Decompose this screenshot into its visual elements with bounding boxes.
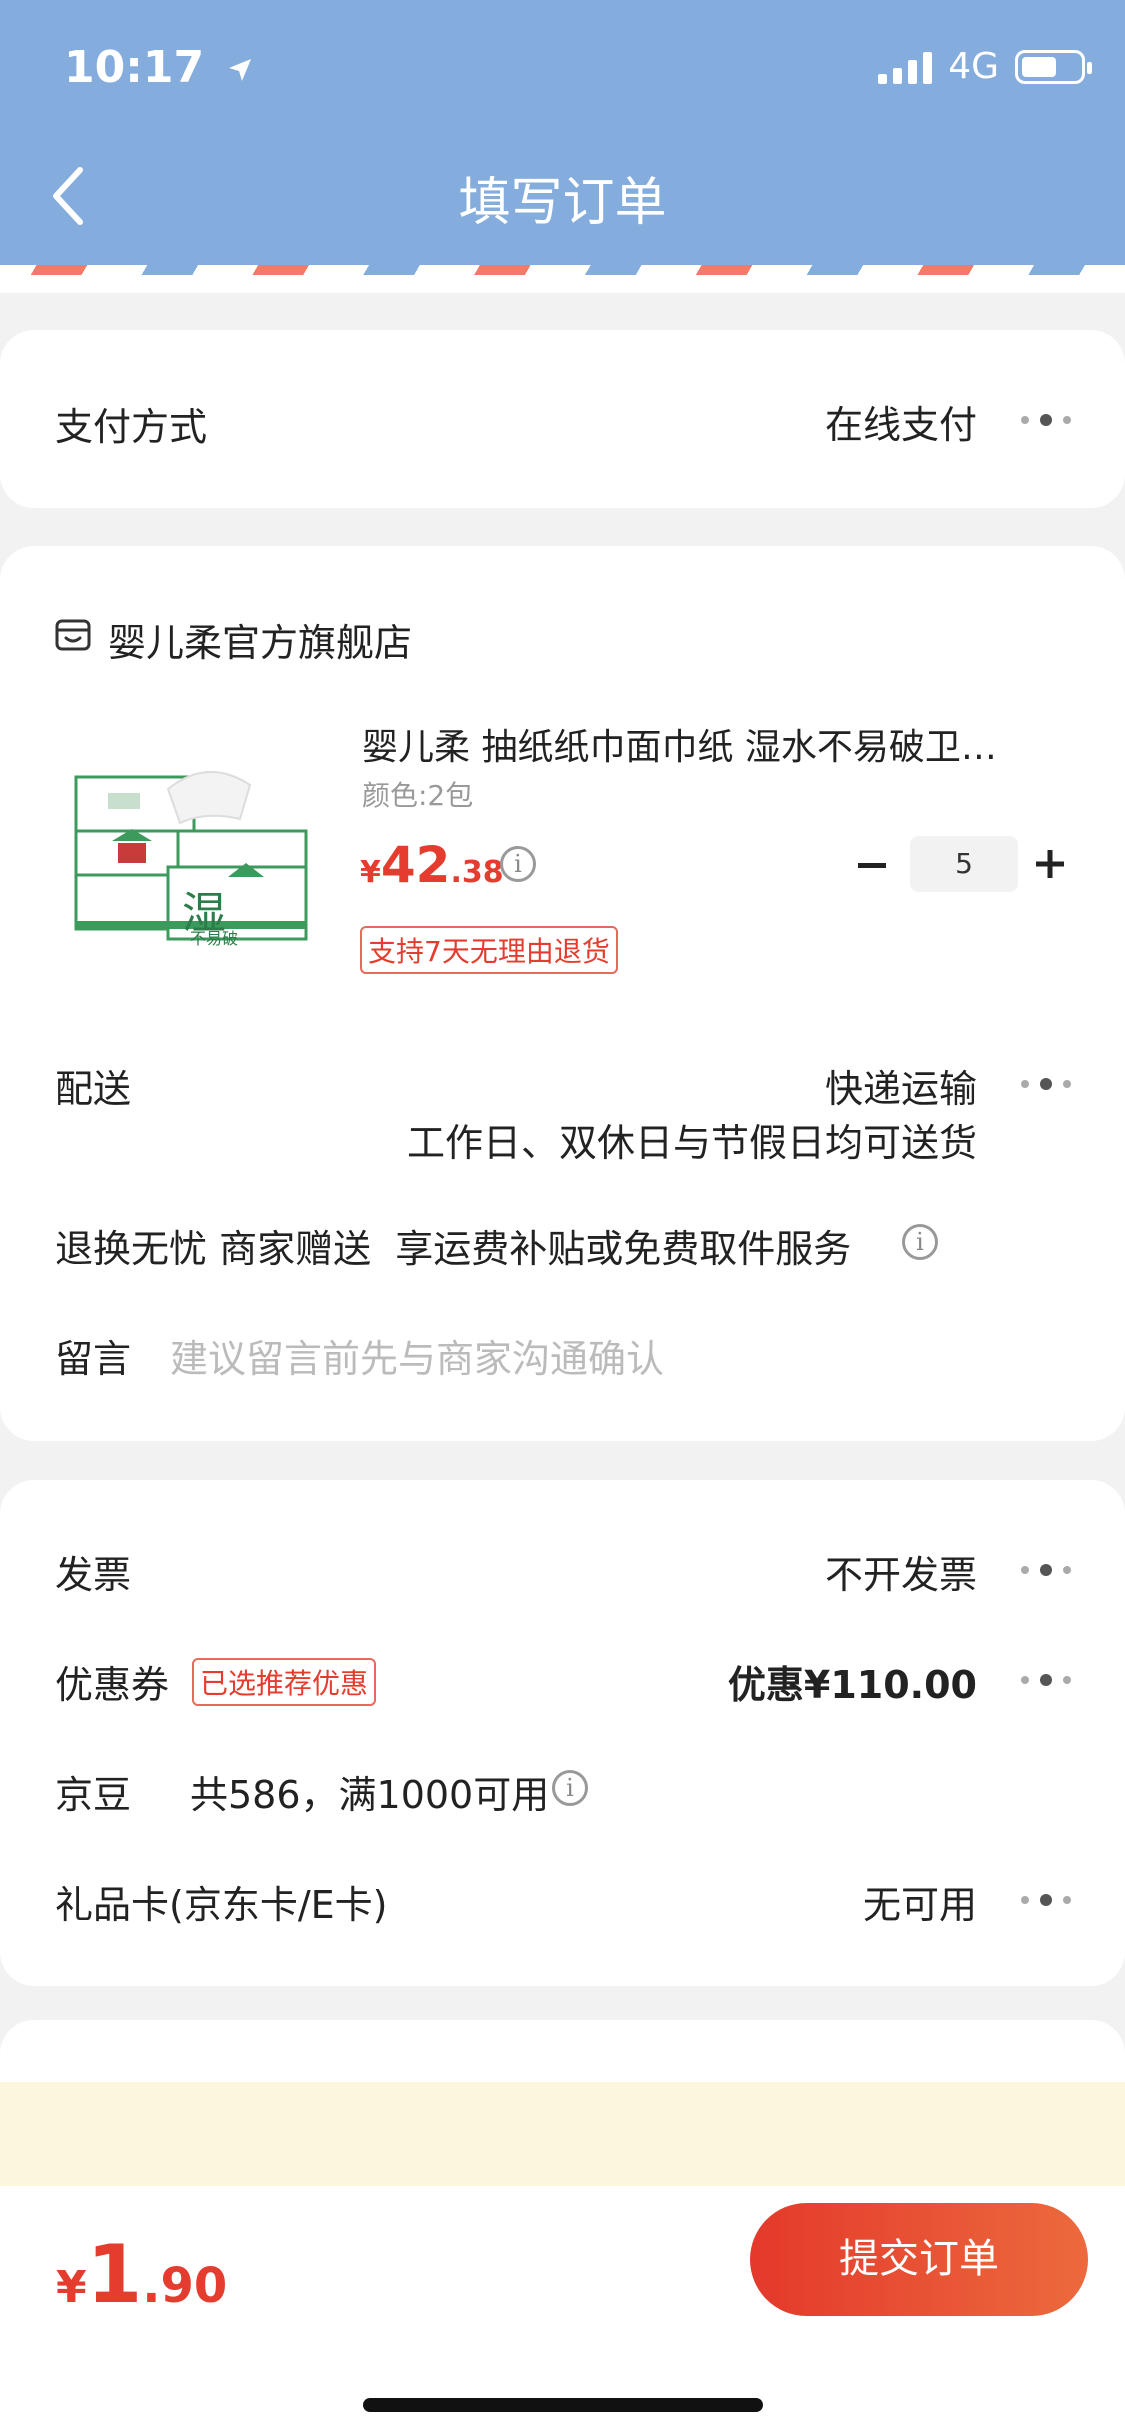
total-price: ¥1.90 (56, 2228, 227, 2321)
product-image-subtext: 不易破 (190, 929, 239, 948)
invoice-value[interactable]: 不开发票 (825, 1544, 977, 1599)
gift-card-value[interactable]: 无可用 (863, 1874, 977, 1929)
status-time-text: 10:17 (64, 42, 205, 93)
invoice-label: 发票 (55, 1553, 132, 1597)
price-currency: ¥ (360, 855, 381, 890)
product-spec[interactable]: 颜色:2包 (362, 774, 473, 814)
worry-free-service: 退换无忧 商家赠送 享运费补贴或免费取件服务 (55, 1227, 852, 1271)
coupon-value[interactable]: 优惠¥110.00 (728, 1654, 977, 1709)
price-decimal: .38 (450, 855, 504, 890)
invoice-more-icon[interactable] (1021, 1564, 1071, 1576)
jd-beans-value: 共586，满1000可用 (190, 1773, 550, 1817)
message-input[interactable]: 建议留言前先与商家沟通确认 (170, 1328, 664, 1383)
jd-beans-label: 京豆 (55, 1773, 132, 1817)
minus-icon[interactable] (858, 862, 886, 870)
product-title[interactable]: 婴儿柔 抽纸纸巾面巾纸 湿水不易破卫… (362, 718, 1072, 770)
delivery-label: 配送 (55, 1067, 132, 1111)
submit-order-button[interactable]: 提交订单 (750, 2203, 1088, 2316)
delivery-method[interactable]: 快递运输 (825, 1058, 977, 1113)
store-card: 婴儿柔官方旗舰店 湿 不易破 婴儿柔 抽纸纸巾面巾纸 湿水不易破卫… 颜色:2包… (0, 546, 1125, 1441)
plus-icon[interactable] (1036, 850, 1064, 878)
coupon-badge: 已选推荐优惠 (192, 1658, 377, 1706)
payment-value: 在线支付 (824, 403, 977, 447)
quantity-input[interactable]: 5 (910, 836, 1018, 892)
tips-banner (0, 2082, 1125, 2186)
location-arrow-icon (229, 59, 252, 81)
service-info-icon[interactable]: i (902, 1224, 938, 1260)
benefits-card: 发票 不开发票 优惠券 已选推荐优惠 优惠¥110.00 京豆 共586，满10… (0, 1480, 1125, 1986)
delivery-note: 工作日、双休日与节假日均可送货 (406, 1121, 977, 1165)
price-integer: 42 (380, 836, 451, 894)
jd-beans-info-icon[interactable]: i (552, 1770, 588, 1806)
product-image[interactable]: 湿 不易破 (68, 757, 310, 948)
page-title: 填写订单 (458, 173, 667, 233)
coupon-more-icon[interactable] (1021, 1674, 1071, 1686)
address-stripe (0, 265, 1125, 293)
return-policy-badge: 支持7天无理由退货 (360, 926, 618, 974)
signal-icon (878, 50, 933, 84)
delivery-more-icon[interactable] (1021, 1078, 1071, 1090)
store-name[interactable]: 婴儿柔官方旗舰店 (108, 612, 412, 667)
total-decimal: .90 (142, 2258, 228, 2314)
coupon-label: 优惠券 (55, 1663, 170, 1707)
gift-card-label: 礼品卡(京东卡/E卡) (55, 1883, 388, 1927)
price-info-icon[interactable]: i (500, 846, 536, 882)
network-label: 4G (948, 46, 999, 87)
status-time: 10:17 (64, 42, 255, 93)
home-indicator[interactable] (363, 2398, 763, 2412)
more-dots-icon[interactable] (1021, 414, 1071, 426)
message-label: 留言 (55, 1337, 132, 1381)
total-integer: 1 (86, 2228, 143, 2321)
product-price: ¥42.38 (360, 836, 504, 894)
total-currency: ¥ (56, 2262, 87, 2313)
gift-card-more-icon[interactable] (1021, 1894, 1071, 1906)
status-indicators: 4G (878, 46, 1092, 87)
battery-icon (1015, 49, 1092, 84)
payment-label: 支付方式 (55, 405, 208, 449)
store-icon (55, 619, 91, 651)
payment-card[interactable]: 支付方式 在线支付 (0, 330, 1125, 508)
